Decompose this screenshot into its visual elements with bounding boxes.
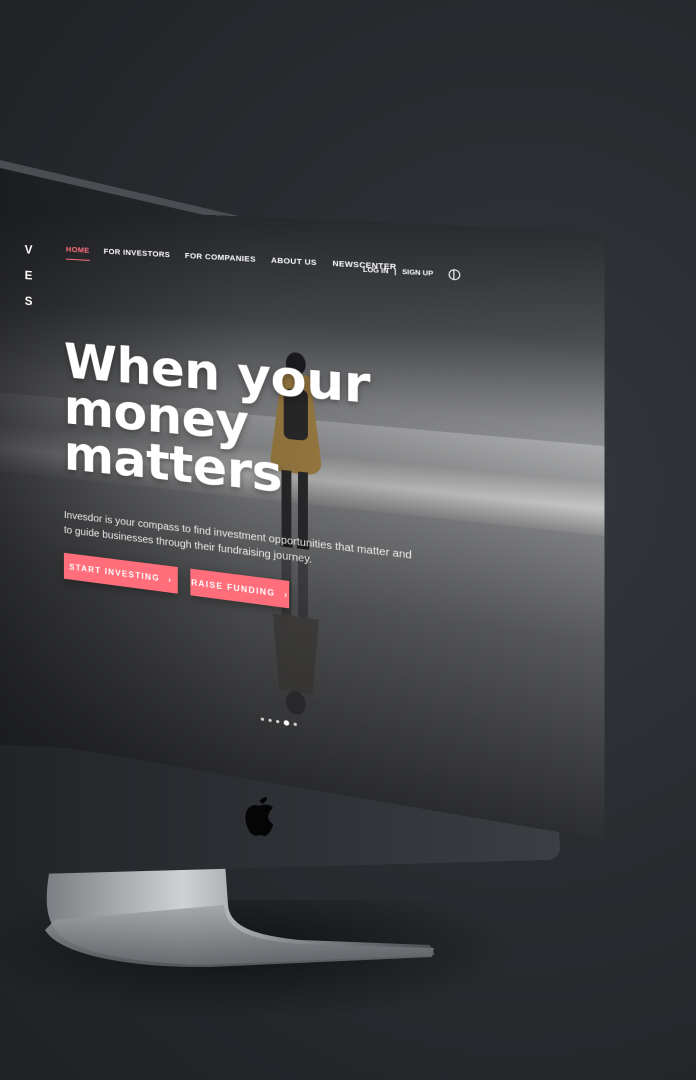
nav-menu: HOME FOR INVESTORS FOR COMPANIES ABOUT U… xyxy=(66,245,397,278)
signup-link[interactable]: SIGN UP xyxy=(402,268,433,277)
apple-icon xyxy=(243,787,275,839)
website-screen: VES HOME FOR INVESTORS FOR COMPANIES ABO… xyxy=(0,205,605,840)
carousel-dot[interactable] xyxy=(268,719,271,723)
globe-icon[interactable] xyxy=(448,269,460,281)
carousel-dot[interactable] xyxy=(261,717,264,721)
chevron-right-icon: › xyxy=(284,589,288,599)
login-link[interactable]: LOG IN xyxy=(363,266,389,275)
nav-item-for-investors[interactable]: FOR INVESTORS xyxy=(104,247,171,265)
raise-funding-label: RAISE FUNDING xyxy=(191,577,275,597)
screen-area: VES HOME FOR INVESTORS FOR COMPANIES ABO… xyxy=(0,200,560,760)
chevron-right-icon: › xyxy=(168,575,172,585)
account-links: LOG IN | SIGN UP xyxy=(363,264,460,280)
carousel-dot[interactable] xyxy=(294,723,297,727)
carousel-dot[interactable] xyxy=(276,720,279,724)
start-investing-label: START INVESTING xyxy=(69,562,160,583)
nav-item-for-companies[interactable]: FOR COMPANIES xyxy=(185,251,256,269)
carousel-dot-active[interactable] xyxy=(284,720,289,726)
hero-title: When your money matters xyxy=(64,338,384,510)
nav-item-about-us[interactable]: ABOUT US xyxy=(271,255,317,272)
nav-item-home[interactable]: HOME xyxy=(66,245,90,261)
site-logo[interactable]: VES xyxy=(25,237,37,315)
mockup-scene: VES HOME FOR INVESTORS FOR COMPANIES ABO… xyxy=(0,0,696,1080)
account-separator: | xyxy=(394,268,396,276)
